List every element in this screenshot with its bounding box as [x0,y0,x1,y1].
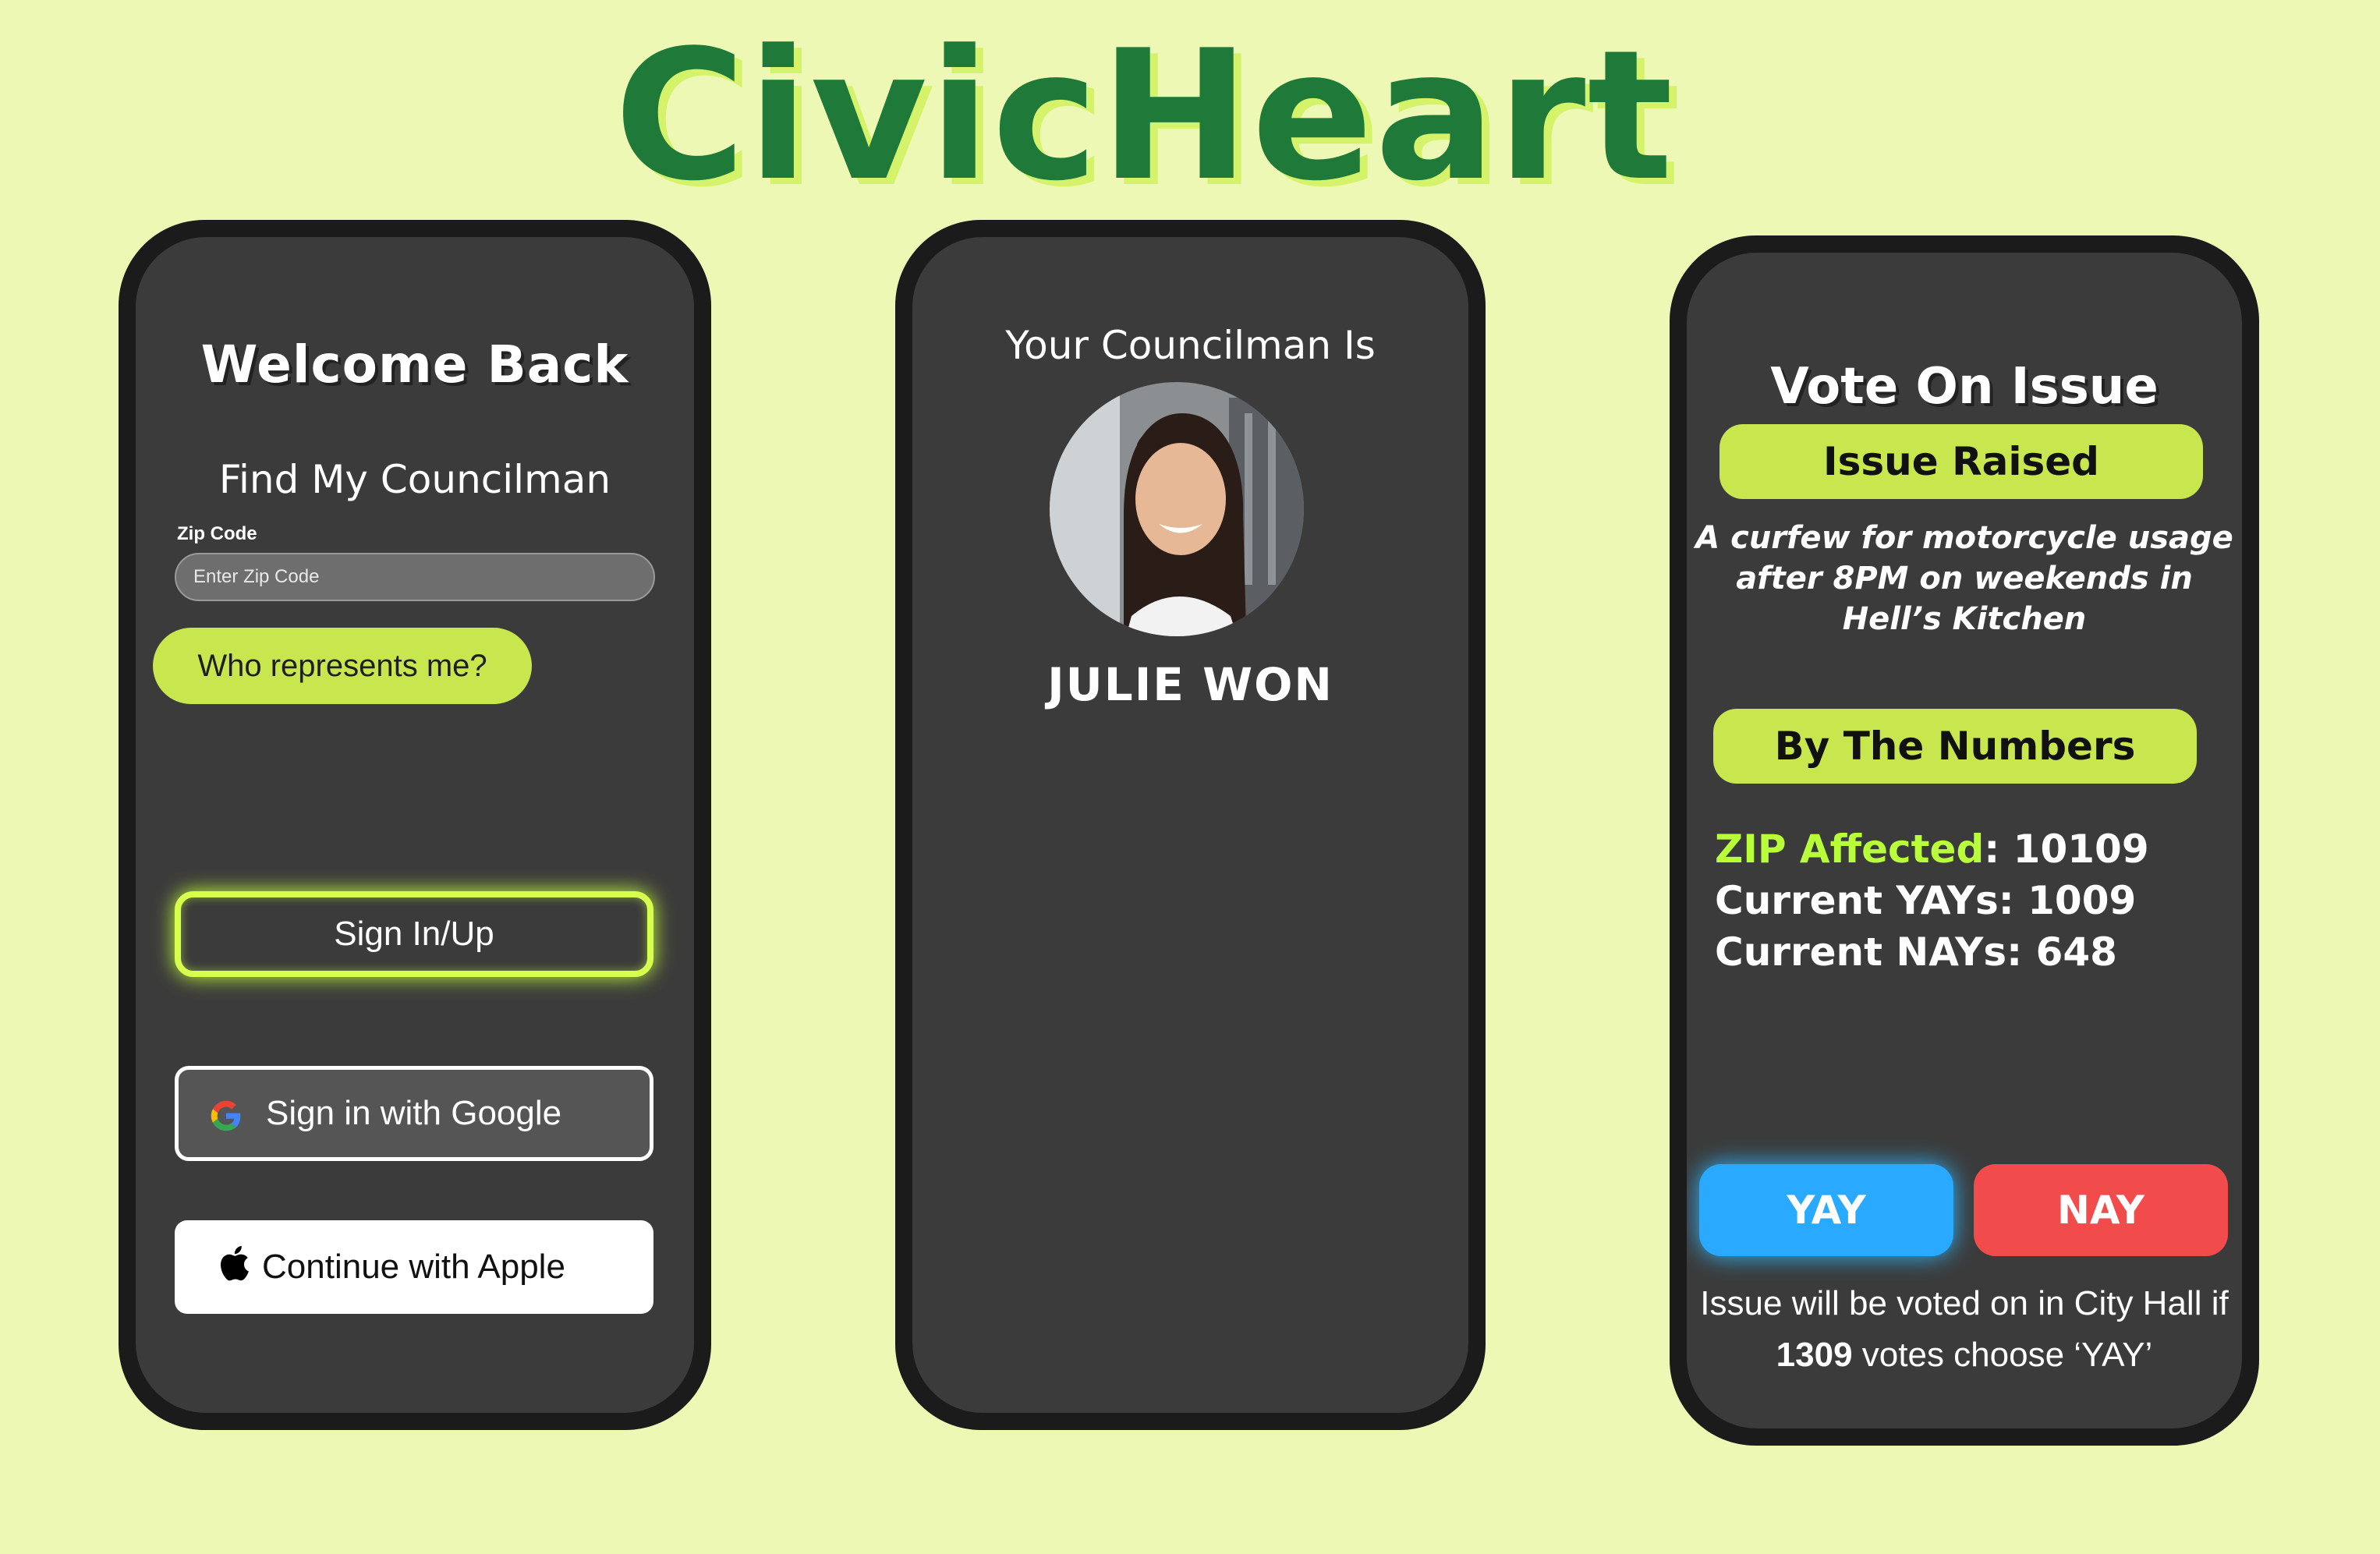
current-yays-label: Current YAYs [1715,878,1999,923]
zip-code-input[interactable]: Enter Zip Code [175,553,655,601]
zip-affected-label: ZIP Affected [1715,827,1985,872]
vote-note-suffix: votes choose ‘YAY’ [1852,1336,2153,1374]
google-icon [211,1100,241,1131]
apple-button-label: Continue with Apple [262,1248,565,1286]
nay-button[interactable]: NAY [1974,1164,2228,1256]
apple-icon [221,1246,249,1281]
vote-threshold-note: Issue will be voted on in City Hall if 1… [1687,1278,2242,1381]
vote-screen: Vote On Issue Issue Raised A curfew for … [1687,253,2242,1428]
sign-in-up-button[interactable]: Sign In/Up [175,891,653,977]
current-nays-label: Current NAYs [1715,929,2007,975]
google-sign-in-button[interactable]: Sign in with Google [175,1066,653,1161]
app-title: CivicHeart [614,12,1675,221]
phone-vote: Vote On Issue Issue Raised A curfew for … [1670,235,2259,1446]
issue-stats: ZIP Affected: 10109 Current YAYs: 1009 C… [1715,823,2149,978]
current-nays-value: 648 [2035,929,2117,975]
zip-code-label: Zip Code [177,523,257,544]
apple-sign-in-button[interactable]: Continue with Apple [175,1220,653,1314]
find-councilman-heading: Find My Councilman [218,457,611,502]
current-yays-row: Current YAYs: 1009 [1715,878,2137,923]
your-councilman-heading: Your Councilman Is [1005,323,1376,368]
issue-raised-pill: Issue Raised [1719,424,2203,499]
google-button-label: Sign in with Google [266,1094,562,1132]
who-represents-me-button[interactable]: Who represents me? [153,628,532,704]
yay-button[interactable]: YAY [1699,1164,1953,1256]
phone-signin: Welcome Back Find My Councilman Zip Code… [119,220,711,1430]
zip-affected-row: ZIP Affected: 10109 [1715,827,2149,872]
current-yays-value: 1009 [2028,878,2137,923]
vote-threshold-count: 1309 [1776,1336,1853,1374]
by-the-numbers-pill: By The Numbers [1713,709,2197,784]
vote-on-issue-title: Vote On Issue [1770,358,2159,416]
welcome-title: Welcome Back [200,335,629,395]
phone-councilman: Your Councilman Is JULIE WON [895,220,1486,1430]
signin-screen: Welcome Back Find My Councilman Zip Code… [136,237,694,1413]
zip-affected-value: 10109 [2013,827,2149,872]
vote-note-prefix: Issue will be voted on in City Hall if [1700,1284,2229,1322]
councilman-name: JULIE WON [1047,658,1333,711]
issue-description: A curfew for motorcycle usage after 8PM … [1695,520,2233,637]
current-nays-row: Current NAYs: 648 [1715,929,2117,975]
councilman-avatar [1050,382,1304,636]
councilman-screen: Your Councilman Is JULIE WON [912,237,1468,1413]
